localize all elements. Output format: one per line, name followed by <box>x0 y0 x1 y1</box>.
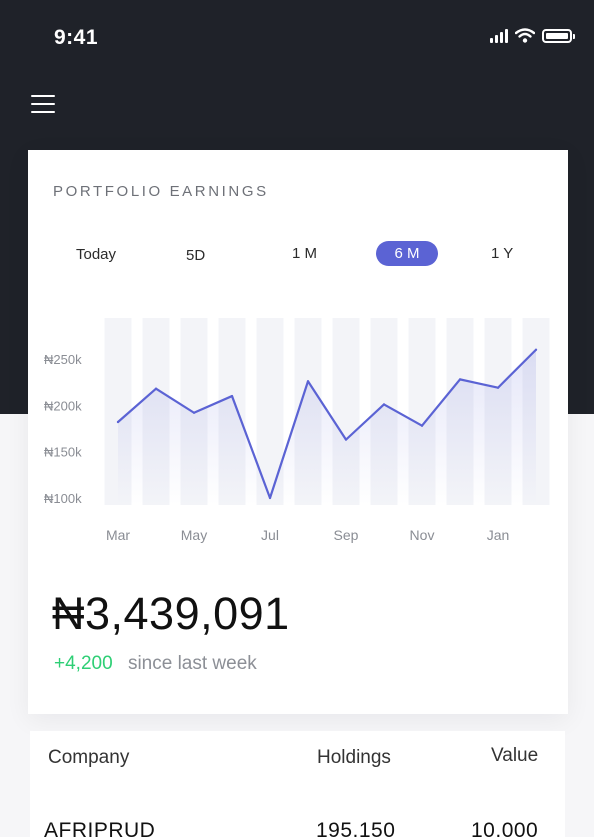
y-tick-label: ₦100k <box>44 491 82 506</box>
row-company[interactable]: AFRIPRUD <box>44 819 155 837</box>
battery-icon <box>542 28 575 43</box>
chart-point-sep <box>344 438 348 441</box>
header-value: Value <box>491 745 539 766</box>
chart-point-oct <box>382 403 386 406</box>
chart-point-jan <box>496 386 500 389</box>
tab-6m[interactable]: 6 M <box>376 241 438 266</box>
portfolio-earnings-card: PORTFOLIO EARNINGS Today 5D 1 M 6 M 1 Y … <box>28 150 568 714</box>
change-label: since last week <box>127 653 257 674</box>
x-tick-label: Sep <box>334 527 359 543</box>
status-bar: 9:41 <box>0 0 594 70</box>
chart-point-aug <box>306 380 310 383</box>
y-tick-label: ₦200k <box>44 398 82 413</box>
signal-icon <box>490 28 508 43</box>
chart-point-may <box>192 411 196 414</box>
row-holdings: 195,150 <box>316 819 396 837</box>
status-icons <box>490 28 575 43</box>
chart-point-apr <box>154 387 158 390</box>
x-tick-label: Nov <box>410 527 435 543</box>
chart-point-jun <box>230 394 234 398</box>
header-company: Company <box>48 747 130 768</box>
earnings-chart: ₦250k ₦200k ₦150k ₦100k Mar May Jul Sep Nov Jan <box>28 310 568 550</box>
x-tick-label: Mar <box>106 527 130 543</box>
portfolio-balance: ₦3,439,091 <box>52 588 290 639</box>
balance-change: +4,200 since last week <box>54 653 257 675</box>
tab-today[interactable]: Today <box>76 246 116 263</box>
y-tick-label: ₦250k <box>44 352 82 367</box>
hamburger-menu-icon[interactable] <box>31 95 55 113</box>
chart-point-nov <box>420 424 424 427</box>
tab-1m[interactable]: 1 M <box>292 245 317 262</box>
x-tick-label: Jul <box>261 527 279 543</box>
row-value: 10,000 <box>471 819 539 837</box>
earnings-chart-svg: ₦250k ₦200k ₦150k ₦100k Mar May Jul Sep Nov Jan <box>44 318 550 543</box>
tab-1y[interactable]: 1 Y <box>491 245 513 262</box>
x-tick-label: May <box>181 527 207 543</box>
status-time: 9:41 <box>54 26 99 49</box>
holdings-table: Company Holdings Value AFRIPRUD 195,150 … <box>30 731 565 837</box>
chart-point-jul <box>268 496 272 500</box>
chart-point-feb <box>534 348 538 351</box>
header-holdings: Holdings <box>317 747 391 768</box>
change-value: +4,200 <box>54 653 113 674</box>
wifi-icon <box>515 28 535 43</box>
tab-5d[interactable]: 5D <box>186 247 205 264</box>
chart-point-mar <box>116 420 120 424</box>
y-tick-label: ₦150k <box>44 445 82 460</box>
chart-point-dec <box>458 378 462 381</box>
card-title: PORTFOLIO EARNINGS <box>53 183 269 200</box>
x-tick-label: Jan <box>487 527 510 543</box>
